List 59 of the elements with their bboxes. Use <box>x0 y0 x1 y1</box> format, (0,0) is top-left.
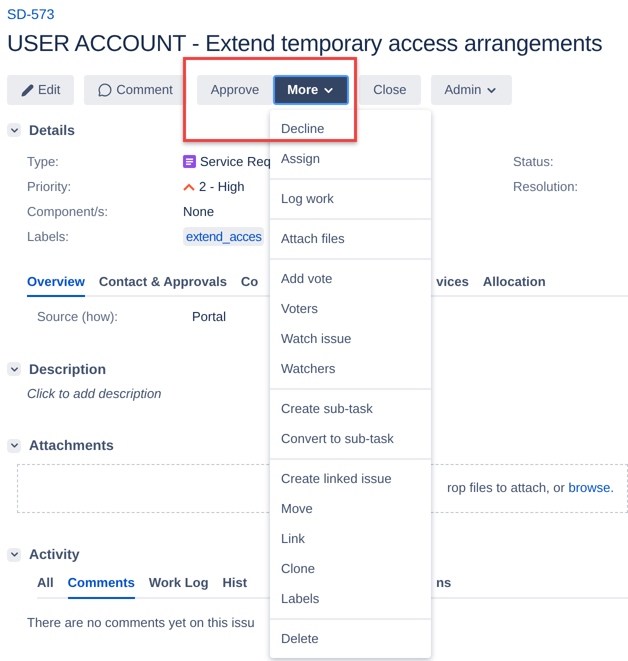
toolbar-button[interactable]: Edit <box>7 75 74 105</box>
menu-item[interactable]: Watch issue <box>270 324 431 354</box>
menu-item[interactable]: Delete <box>270 624 431 654</box>
menu-item[interactable]: Clone <box>270 554 431 584</box>
tab[interactable]: Work Log <box>148 573 209 598</box>
browse-link[interactable]: browse. <box>568 480 614 496</box>
menu-item[interactable]: Link <box>270 524 431 554</box>
tab[interactable]: vices <box>436 272 469 297</box>
menu-item[interactable]: Log work <box>270 184 431 214</box>
issue-title: USER ACCOUNT - Extend temporary access arrangements <box>7 29 604 58</box>
drop-text: rop files to attach, or browse. <box>447 479 614 498</box>
menu-item[interactable]: Labels <box>270 584 431 614</box>
menu-item[interactable]: Create linked issue <box>270 464 431 494</box>
field-label: Priority: <box>27 178 72 196</box>
section-heading: Details <box>29 120 75 140</box>
chevron-up-icon <box>183 182 195 190</box>
document-icon <box>183 155 196 168</box>
toolbar-button[interactable]: Close <box>359 75 420 105</box>
tab[interactable]: ns <box>436 573 452 598</box>
tab[interactable]: Comments <box>68 573 135 598</box>
tab[interactable]: Overview <box>27 272 85 297</box>
collapse-toggle[interactable] <box>7 123 21 137</box>
collapse-toggle[interactable] <box>7 548 21 562</box>
field-label: Type: <box>27 152 60 171</box>
menu-item[interactable]: Move <box>270 494 431 524</box>
field-value: 2 - High <box>199 178 245 196</box>
field-value: None <box>183 202 214 221</box>
menu-item[interactable]: Decline <box>270 114 431 144</box>
menu-item[interactable]: Watchers <box>270 354 431 384</box>
tab[interactable]: Allocation <box>482 272 546 297</box>
label-tag[interactable]: extend_acces <box>183 226 264 246</box>
field-label: Component/s: <box>27 202 109 221</box>
collapse-toggle[interactable] <box>7 362 21 376</box>
tab[interactable]: Contact & Approvals <box>98 272 227 297</box>
field-label: Resolution: <box>513 178 578 196</box>
dropdown-button[interactable]: Admin <box>430 75 512 105</box>
tab[interactable]: Hist <box>222 573 248 598</box>
field-value: Portal <box>192 308 226 326</box>
section-heading: Activity <box>29 545 80 564</box>
menu-item[interactable]: Convert to sub-task <box>270 424 431 454</box>
field-value: Service Req <box>200 152 271 171</box>
empty-comments-text: There are no comments yet on this issu <box>26 614 256 632</box>
menu-item[interactable]: Attach files <box>270 224 431 254</box>
tab[interactable]: Co <box>240 272 258 297</box>
pencil-icon <box>21 84 34 96</box>
menu-item[interactable]: Voters <box>270 294 431 324</box>
field-label: Status: <box>513 152 554 171</box>
comment-icon <box>98 83 112 97</box>
collapse-toggle[interactable] <box>7 438 21 452</box>
field-label: Source (how): <box>37 308 119 326</box>
section-heading: Attachments <box>29 436 114 455</box>
menu-item[interactable]: Assign <box>270 144 431 174</box>
tab[interactable]: All <box>37 573 54 598</box>
section-heading: Description <box>29 360 106 379</box>
dropdown-button[interactable]: More <box>273 75 350 105</box>
issue-key-link[interactable]: SD-573 <box>7 4 628 24</box>
field-label: Labels: <box>27 228 70 246</box>
toolbar-button[interactable]: Approve <box>196 75 274 105</box>
menu-item[interactable]: Add vote <box>270 264 431 294</box>
